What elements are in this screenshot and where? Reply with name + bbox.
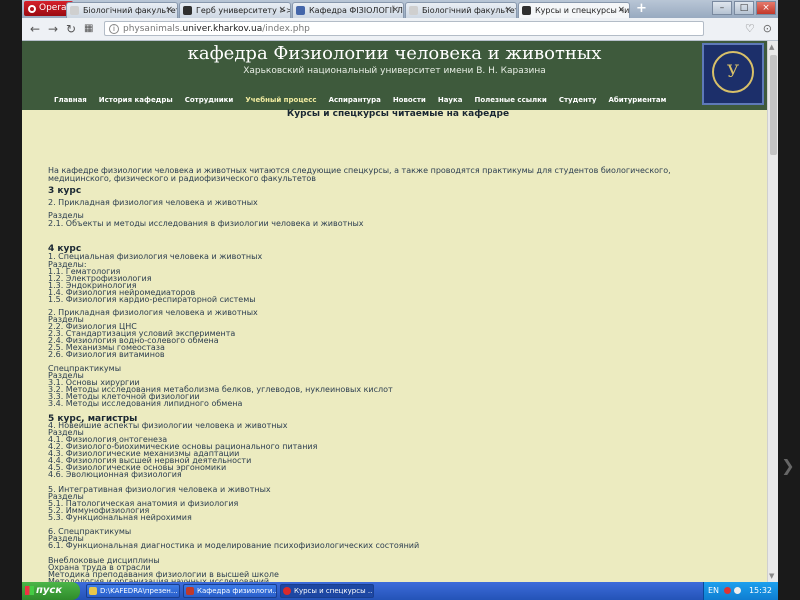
site-title: кафедра Физиологии человека и животных	[187, 43, 602, 64]
toolbar-right: ♡ ⊙	[745, 22, 772, 35]
menu-item-news[interactable]: Новости	[387, 96, 432, 104]
url-field[interactable]: i physanimals.univer.kharkov.ua/index.ph…	[104, 21, 704, 36]
page-favicon-icon	[70, 6, 79, 15]
content-heading: Курсы и спецкурсы читаемые на кафедре	[286, 109, 510, 119]
taskbar-item-label: Кафедра физиологи...	[197, 587, 277, 595]
windows-taskbar: пуск D:\KAFEDRA\презен... Кафедра физиол…	[22, 582, 778, 600]
site-header: кафедра Физиологии человека и животных Х…	[22, 41, 767, 110]
volume-icon[interactable]	[734, 587, 741, 594]
start-button[interactable]: пуск	[22, 582, 80, 600]
course-line: 2. Прикладная физиология человека и живо…	[48, 198, 258, 207]
course-line: 3.4. Методы исследования липидного обмен…	[48, 399, 243, 408]
course-line: 6.1. Функциональная диагностика и модели…	[48, 541, 420, 550]
start-label: пуск	[36, 585, 63, 596]
minimize-icon[interactable]: –	[712, 1, 732, 15]
scrollbar-thumb[interactable]	[770, 55, 777, 155]
browser-tab[interactable]: Біологічний факультет ×	[405, 2, 517, 18]
close-tab-icon[interactable]: ×	[391, 3, 399, 18]
back-arrow-icon[interactable]: ←	[30, 22, 40, 36]
screen: Opera Біологічний факультет × Герб униве…	[22, 0, 778, 600]
browser-tab[interactable]: Герб университету >> ЗНО ×	[179, 2, 291, 18]
close-window-icon[interactable]: ×	[756, 1, 776, 15]
course-line: 2.6. Физиология витаминов	[48, 350, 165, 359]
course-heading: 3 курс	[48, 186, 82, 196]
site-menu: Главная История кафедры Сотрудники Учебн…	[22, 89, 767, 110]
taskbar-item-label: Курсы и спецкурсы ...	[294, 587, 374, 595]
system-tray: EN 15:32	[703, 582, 778, 600]
opera-menu-label: Opera	[39, 3, 67, 13]
new-tab-button[interactable]: +	[636, 1, 647, 16]
slide-next-icon[interactable]: ❯	[781, 452, 795, 480]
presentation-icon	[186, 587, 194, 595]
menu-item-home[interactable]: Главная	[48, 96, 93, 104]
browser-tab[interactable]: Кафедра ФІЗІОЛОГІЇ ЛЮД ×	[292, 2, 404, 18]
taskbar-item[interactable]: D:\KAFEDRA\презен...	[86, 584, 180, 598]
menu-item-postgrad[interactable]: Аспирантура	[323, 96, 387, 104]
menu-item-links[interactable]: Полезные ссылки	[468, 96, 552, 104]
tab-title: Курсы и спецкурсы читаемые	[535, 6, 630, 15]
speed-dial-icon[interactable]: ▦	[84, 22, 93, 36]
site-subtitle: Харьковский национальный университет име…	[243, 66, 546, 76]
close-tab-icon[interactable]: ×	[617, 3, 625, 18]
course-line: 5.3. Функциональная нейрохимия	[48, 513, 192, 522]
menu-item-history[interactable]: История кафедры	[93, 96, 179, 104]
course-line: 2.1. Объекты и методы исследования в физ…	[48, 219, 364, 228]
folder-icon	[89, 587, 97, 595]
page-favicon-icon	[409, 6, 418, 15]
page-favicon-icon	[183, 6, 192, 15]
close-tab-icon[interactable]: ×	[278, 3, 286, 18]
reload-icon[interactable]: ↻	[66, 22, 76, 36]
browser-tab[interactable]: Біологічний факультет ×	[66, 2, 178, 18]
page-favicon-icon	[522, 6, 531, 15]
address-toolbar: ← → ↻ ▦ i physanimals.univer.kharkov.ua/…	[22, 18, 778, 41]
page-favicon-icon	[296, 6, 305, 15]
course-line: медицинского, физического и радиофизичес…	[48, 174, 317, 183]
browser-tab-active[interactable]: Курсы и спецкурсы читаемые ×	[518, 2, 630, 18]
antivirus-icon[interactable]	[724, 587, 731, 594]
browser-tab-bar: Opera Біологічний факультет × Герб униве…	[22, 0, 778, 18]
course-line: 4.6. Эволюционная физиология	[48, 470, 182, 479]
site-info-icon[interactable]: i	[109, 24, 119, 34]
menu-item-student[interactable]: Студенту	[553, 96, 603, 104]
close-tab-icon[interactable]: ×	[165, 3, 173, 18]
course-line: 4. Новейшие аспекты физиологии человека …	[48, 421, 288, 430]
clock: 15:32	[748, 586, 772, 595]
scroll-up-icon[interactable]: ▲	[769, 43, 774, 51]
menu-item-science[interactable]: Наука	[432, 96, 469, 104]
logo-letter: У	[726, 62, 740, 82]
taskbar-item[interactable]: Кафедра физиологи...	[183, 584, 277, 598]
taskbar-item-label: D:\KAFEDRA\презен...	[100, 587, 178, 595]
forward-arrow-icon[interactable]: →	[48, 22, 58, 36]
close-tab-icon[interactable]: ×	[504, 3, 512, 18]
tab-title: Біологічний факультет	[83, 6, 178, 15]
download-icon[interactable]: ⊙	[763, 22, 772, 35]
menu-item-applicants[interactable]: Абитуриентам	[602, 96, 672, 104]
tab-title: Кафедра ФІЗІОЛОГІЇ ЛЮД	[309, 6, 403, 15]
menu-item-study[interactable]: Учебный процесс	[239, 96, 322, 104]
window-controls: – □ ×	[712, 1, 776, 15]
scroll-down-icon[interactable]: ▼	[769, 572, 774, 580]
page-scrollbar[interactable]: ▲ ▼	[767, 41, 778, 582]
opera-logo-icon	[28, 4, 36, 13]
tab-title: Герб университету >> ЗНО	[196, 6, 290, 15]
page-viewport: кафедра Физиологии человека и животных Х…	[22, 41, 767, 582]
course-line: 1.5. Физиология кардио-респираторной сис…	[48, 295, 256, 304]
maximize-icon[interactable]: □	[734, 1, 754, 15]
url-domain: univer.kharkov.ua	[182, 24, 263, 34]
windows-logo-icon	[25, 586, 34, 595]
url-prefix: physanimals.	[123, 24, 183, 34]
heart-icon[interactable]: ♡	[745, 22, 755, 35]
menu-item-staff[interactable]: Сотрудники	[179, 96, 240, 104]
language-indicator[interactable]: EN	[708, 582, 719, 600]
url-path: /index.php	[262, 24, 310, 34]
opera-icon	[283, 587, 291, 595]
tab-title: Біологічний факультет	[422, 6, 517, 15]
taskbar-item-active[interactable]: Курсы и спецкурсы ...	[280, 584, 374, 598]
